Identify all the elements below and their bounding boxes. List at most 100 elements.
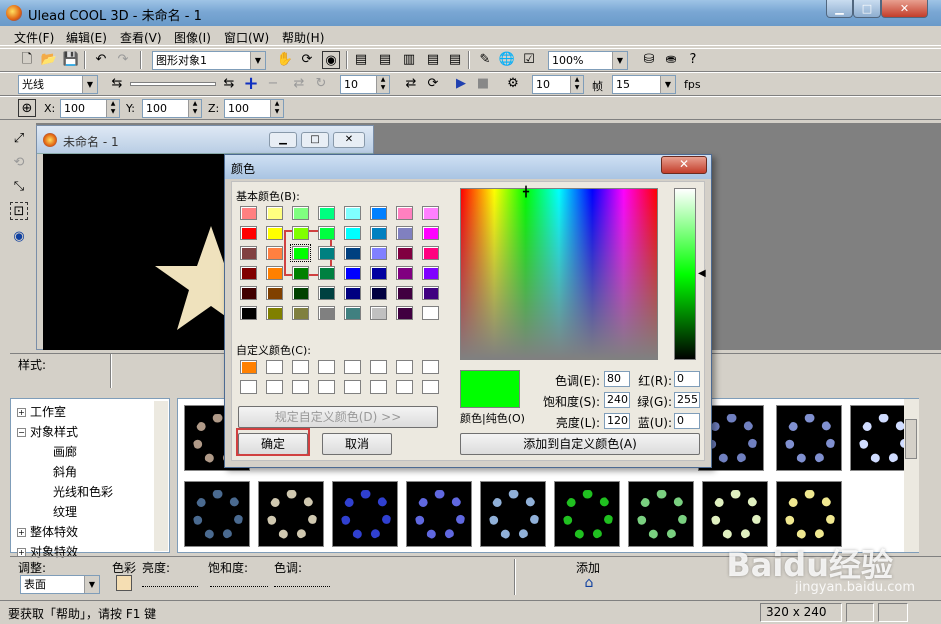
menu-help[interactable]: 帮助(H) [282,29,324,46]
thumbnail[interactable] [776,481,842,547]
export-icon[interactable]: ⛂ [662,51,680,69]
custom-color-swatch[interactable] [422,380,439,394]
collapse-icon[interactable]: − [17,428,26,437]
green-field[interactable]: 255 [674,392,700,408]
basic-color-swatch[interactable] [240,266,257,280]
custom-color-swatch[interactable] [266,360,283,374]
view-back-icon[interactable]: ▤ [376,51,394,69]
custom-color-swatch[interactable] [292,380,309,394]
refresh-icon[interactable]: ⟳ [424,75,442,93]
tree-item-object-style[interactable]: − 对象样式 [17,423,78,440]
light-combo[interactable]: 光线 ▼ [18,75,98,94]
basic-color-swatch[interactable] [422,246,439,260]
luminance-field[interactable]: 120 [604,413,630,429]
menu-edit[interactable]: 编辑(E) [66,29,107,46]
basic-color-swatch[interactable] [292,266,309,280]
minimize-button[interactable]: ▁ [826,0,853,18]
new-file-icon[interactable]: 🗋 [18,51,36,69]
fps-combo[interactable]: 15 ▼ [612,75,676,94]
basic-color-swatch[interactable] [344,266,361,280]
thumbnail[interactable] [628,481,694,547]
zoom-combo[interactable]: 100% ▼ [548,51,628,70]
menu-image[interactable]: 图像(I) [174,29,211,46]
blue-field[interactable]: 0 [674,413,700,429]
help-pointer-icon[interactable]: ? [684,51,702,69]
thumbnails-scrollbar[interactable] [904,399,919,552]
tree-scrollbar[interactable] [154,401,168,551]
luminance-bar[interactable] [674,188,696,360]
tree-item-global-effects[interactable]: + 整体特效 [17,523,78,540]
thumbnail[interactable] [258,481,324,547]
basic-color-swatch[interactable] [396,286,413,300]
y-spinner[interactable]: 100 ▲ ▼ [142,99,202,118]
tree-item-texture[interactable]: 纹理 [53,503,77,520]
reverse-icon[interactable]: ⇄ [290,75,308,93]
custom-color-swatch[interactable] [344,360,361,374]
paint-icon[interactable]: ✎ [476,51,494,69]
basic-color-swatch[interactable] [370,306,387,320]
end-arrows-icon[interactable]: ⇆ [220,75,238,93]
custom-color-swatch[interactable] [422,360,439,374]
basic-color-swatch[interactable] [370,286,387,300]
tree-item-studio[interactable]: + 工作室 [17,403,66,420]
remove-keyframe-icon[interactable]: − [264,75,282,93]
rotate-hand-icon[interactable]: ⟳ [298,51,316,69]
add-keyframe-icon[interactable]: + [242,75,260,93]
custom-color-swatch[interactable] [370,380,387,394]
select-tool-icon[interactable]: ⊡ [10,202,28,220]
basic-color-swatch[interactable] [292,306,309,320]
play-icon[interactable]: ▶ [452,75,470,93]
move-tool-icon[interactable]: ⤢ [10,130,28,148]
expand-icon[interactable]: + [17,408,26,417]
keyframe-spinner[interactable]: 10 ▲ ▼ [340,75,390,94]
tree-item-light-color[interactable]: 光线和色彩 [53,483,113,500]
basic-color-swatch[interactable] [370,206,387,220]
redo-icon[interactable]: ↷ [114,51,132,69]
saturation-field[interactable]: 240 [604,392,630,408]
custom-color-swatch[interactable] [240,380,257,394]
custom-color-swatch[interactable] [370,360,387,374]
basic-color-swatch[interactable] [396,206,413,220]
define-custom-colors-button[interactable]: 规定自定义颜色(D) >> [238,406,438,428]
basic-color-swatch[interactable] [396,226,413,240]
basic-color-swatch[interactable] [344,206,361,220]
custom-color-swatch[interactable] [396,380,413,394]
basic-color-swatch[interactable] [318,266,335,280]
basic-color-swatch[interactable] [422,206,439,220]
basic-color-swatch[interactable] [422,266,439,280]
eye-tool-icon[interactable]: ◉ [10,228,28,246]
loop-icon[interactable]: ↻ [312,75,330,93]
basic-color-swatch[interactable] [318,286,335,300]
save-icon[interactable]: 💾 [62,51,80,69]
thumbnail[interactable] [184,481,250,547]
select-target-icon[interactable]: ◉ [322,51,340,69]
basic-color-swatch[interactable] [318,206,335,220]
view-bottom-icon[interactable]: ▤ [446,51,464,69]
basic-color-swatch[interactable] [370,246,387,260]
thumbnail[interactable] [332,481,398,547]
custom-color-swatch[interactable] [396,360,413,374]
surface-combo[interactable]: 表面 ▼ [20,575,100,594]
cancel-button[interactable]: 取消 [322,433,392,455]
globe-icon[interactable]: 🌐 [498,51,516,69]
resize-tool-icon[interactable]: ⤡ [10,178,28,196]
tree-item-bevel[interactable]: 斜角 [53,463,77,480]
close-button[interactable]: ✕ [881,0,928,18]
view-top-icon[interactable]: ▤ [424,51,442,69]
open-folder-icon[interactable]: 📂 [40,51,58,69]
doc-maximize-button[interactable]: □ [301,132,329,148]
z-spinner[interactable]: 100 ▲ ▼ [224,99,284,118]
menu-window[interactable]: 窗口(W) [224,29,269,46]
menu-view[interactable]: 查看(V) [120,29,162,46]
basic-color-swatch[interactable] [396,266,413,280]
basic-color-swatch[interactable] [318,246,335,260]
thumbnail[interactable] [776,405,842,471]
custom-color-swatch[interactable] [318,360,335,374]
swap-icon[interactable]: ⇄ [402,75,420,93]
hue-slider[interactable] [274,579,330,587]
undo-icon[interactable]: ↶ [92,51,110,69]
hue-field[interactable]: 80 [604,371,630,387]
basic-color-swatch[interactable] [396,306,413,320]
expand-icon[interactable]: + [17,528,26,537]
doc-minimize-button[interactable]: ▁ [269,132,297,148]
